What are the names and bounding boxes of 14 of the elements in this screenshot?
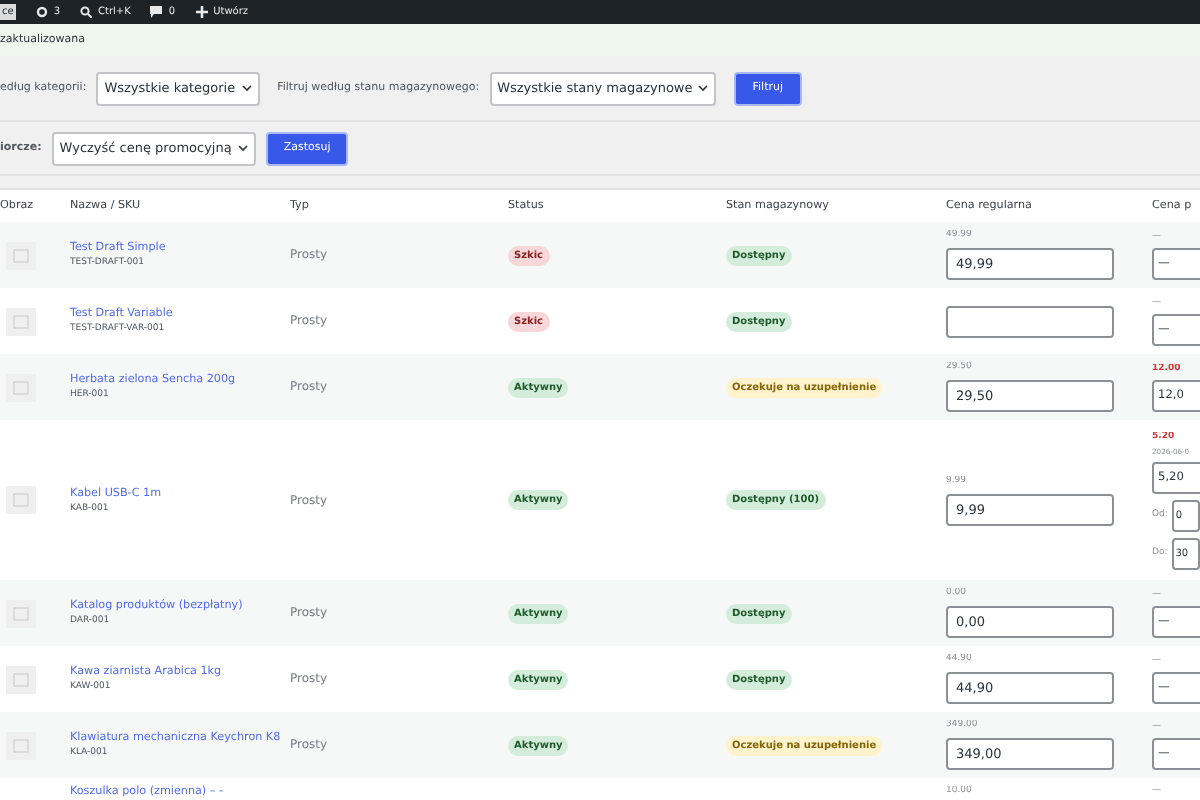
plus-icon (195, 6, 208, 18)
image-placeholder-icon (6, 486, 36, 514)
image-placeholder-icon (6, 599, 36, 627)
image-placeholder-icon (6, 307, 36, 335)
regular-price-field[interactable] (946, 305, 1114, 337)
image-placeholder-icon (6, 665, 36, 693)
image-placeholder-icon (6, 373, 36, 401)
comment-icon (150, 6, 163, 18)
image-placeholder-icon (6, 241, 36, 269)
chevron-icon (241, 84, 252, 92)
search-icon (80, 6, 93, 18)
image-placeholder-icon (6, 731, 36, 759)
chevron-icon (237, 144, 248, 152)
chevron-icon (698, 84, 709, 92)
